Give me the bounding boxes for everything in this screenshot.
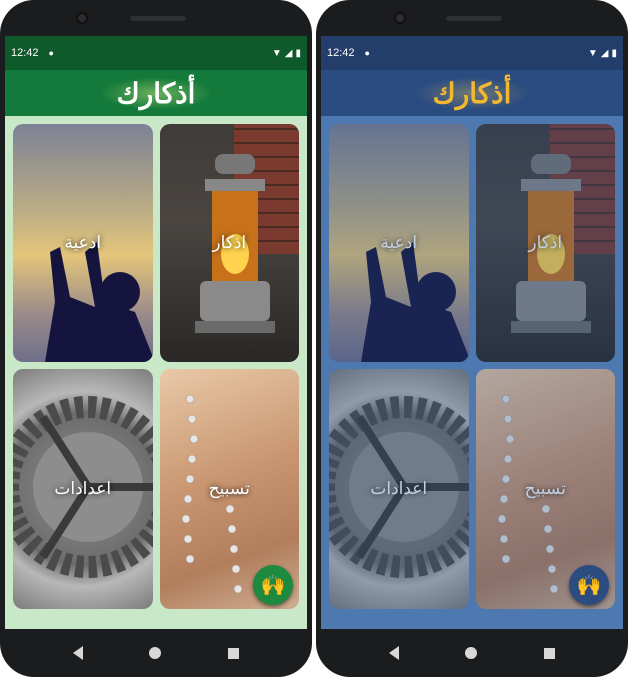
front-camera bbox=[394, 12, 406, 24]
status-right-icons: ▼ ◢ ▮ bbox=[272, 48, 301, 59]
card-azkar[interactable]: اذكار bbox=[159, 124, 299, 362]
phone-top-bezel bbox=[0, 0, 312, 36]
card-label-azkar: اذكار bbox=[212, 233, 247, 253]
person-praying-icon: 🙌 bbox=[576, 573, 602, 597]
recents-icon[interactable] bbox=[543, 647, 555, 659]
menu-grid: ادعية اذكار اعدادات تسبيح 🙌 bbox=[13, 124, 299, 621]
fab-button[interactable]: 🙌 bbox=[253, 565, 293, 605]
prayer-beads-image bbox=[497, 394, 558, 594]
card-label-doaa: ادعية bbox=[380, 233, 418, 253]
card-label-tasbih: تسبيح bbox=[208, 479, 250, 499]
front-camera bbox=[76, 12, 88, 24]
card-label-azkar: اذكار bbox=[528, 233, 563, 253]
recents-icon[interactable] bbox=[227, 647, 239, 659]
status-bar: 12:42 ⚙ ● ▼ ◢ ▮ bbox=[5, 36, 307, 70]
system-navigation-bar bbox=[316, 629, 628, 677]
wifi-icon: ▼ bbox=[271, 47, 282, 59]
status-right-icons: ▼ ◢ ▮ bbox=[588, 48, 617, 59]
card-label-settings: اعدادات bbox=[370, 479, 428, 499]
wifi-icon: ▼ bbox=[587, 47, 598, 59]
home-icon[interactable] bbox=[149, 647, 162, 659]
card-tasbih[interactable]: تسبيح 🙌 bbox=[475, 369, 615, 609]
prayer-beads-image bbox=[181, 394, 242, 594]
system-navigation-bar bbox=[0, 629, 312, 677]
phone-blue-theme: 12:42 ⚙ ● ▼ ◢ ▮ أذكارك bbox=[316, 0, 628, 677]
battery-icon: ▮ bbox=[611, 47, 617, 59]
card-label-doaa: ادعية bbox=[64, 233, 102, 253]
card-label-tasbih: تسبيح bbox=[524, 479, 566, 499]
back-icon[interactable] bbox=[389, 646, 400, 660]
home-icon[interactable] bbox=[465, 647, 478, 659]
signal-icon: ◢ bbox=[600, 47, 609, 59]
card-settings[interactable]: اعدادات bbox=[329, 369, 469, 609]
screen: 12:42 ⚙ ● ▼ ◢ ▮ أذكارك bbox=[5, 36, 307, 629]
home-content: ادعية اذكار اعدادات تسبيح 🙌 bbox=[321, 116, 623, 629]
stage: 12:42 ⚙ ● ▼ ◢ ▮ أذكارك bbox=[0, 0, 630, 677]
signal-icon: ◢ bbox=[284, 47, 293, 59]
screen: 12:42 ⚙ ● ▼ ◢ ▮ أذكارك bbox=[321, 36, 623, 629]
home-content: ادعية اذكار اعدادات تسبيح 🙌 bbox=[5, 116, 307, 629]
phone-green-theme: 12:42 ⚙ ● ▼ ◢ ▮ أذكارك bbox=[0, 0, 312, 677]
fab-button[interactable]: 🙌 bbox=[569, 565, 609, 605]
card-doaa[interactable]: ادعية bbox=[329, 124, 469, 362]
card-label-settings: اعدادات bbox=[54, 479, 112, 499]
card-tasbih[interactable]: تسبيح 🙌 bbox=[159, 369, 299, 609]
earpiece-speaker bbox=[130, 16, 186, 21]
status-bar: 12:42 ⚙ ● ▼ ◢ ▮ bbox=[321, 36, 623, 70]
back-icon[interactable] bbox=[73, 646, 84, 660]
earpiece-speaker bbox=[446, 16, 502, 21]
phone-top-bezel bbox=[316, 0, 628, 36]
battery-icon: ▮ bbox=[295, 47, 301, 59]
card-settings[interactable]: اعدادات bbox=[13, 369, 153, 609]
card-doaa[interactable]: ادعية bbox=[13, 124, 153, 362]
person-praying-icon: 🙌 bbox=[260, 573, 286, 597]
menu-grid: ادعية اذكار اعدادات تسبيح 🙌 bbox=[329, 124, 615, 621]
card-azkar[interactable]: اذكار bbox=[475, 124, 615, 362]
